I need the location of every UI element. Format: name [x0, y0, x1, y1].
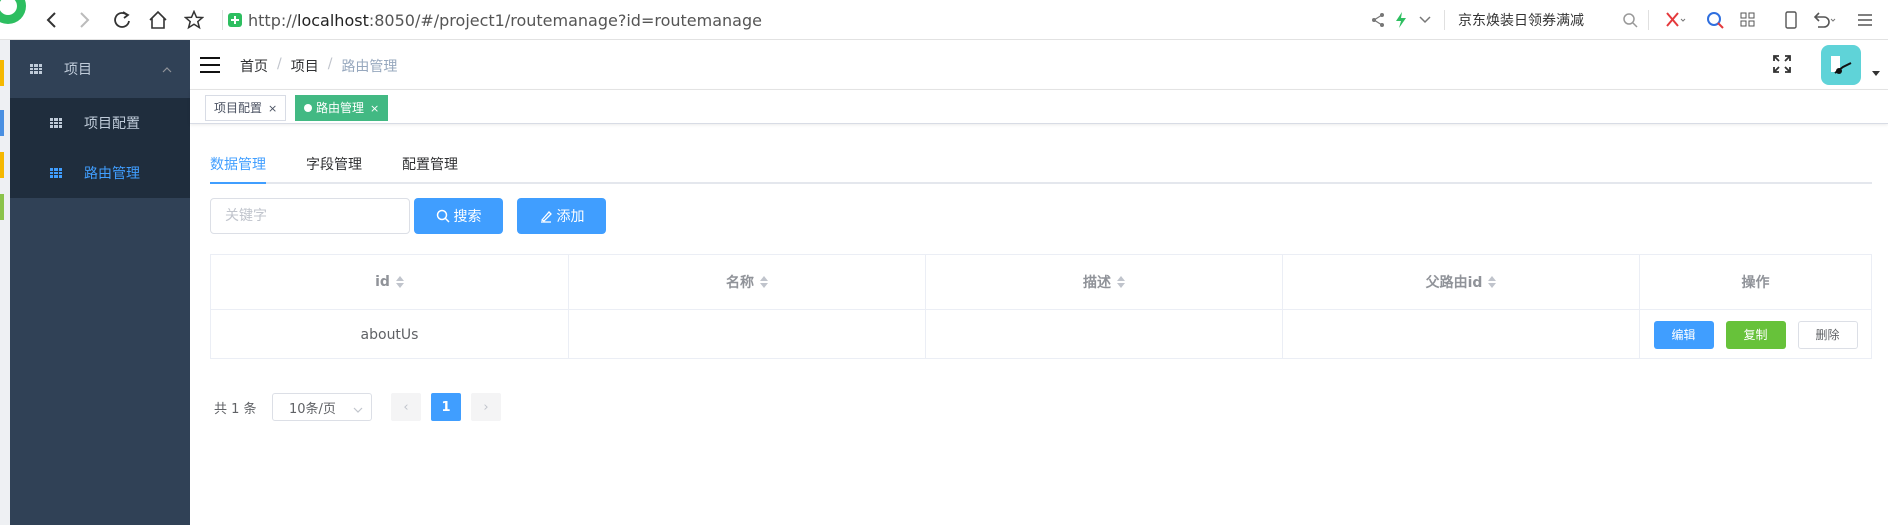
tags-view: 项目配置 × 路由管理 × — [190, 90, 1888, 124]
close-icon[interactable]: × — [268, 102, 277, 115]
address-bar[interactable]: http://localhost:8050/#/project1/routema… — [228, 8, 1348, 32]
delete-button[interactable]: 删除 — [1797, 320, 1858, 349]
hamburger-icon[interactable] — [200, 57, 220, 73]
browser-logo-icon — [0, 0, 30, 30]
chevron-down-icon[interactable] — [1418, 8, 1432, 32]
edit-button[interactable]: 编辑 — [1653, 320, 1714, 349]
column-header-id[interactable]: id — [211, 255, 569, 309]
breadcrumb-home[interactable]: 首页 — [240, 56, 268, 76]
tag-project-config[interactable]: 项目配置 × — [205, 95, 287, 121]
sort-icon[interactable] — [1488, 276, 1497, 288]
translate-icon[interactable] — [1706, 8, 1724, 32]
table-header: id 名称 描述 父路由id 操作 — [211, 255, 1871, 310]
cell-parent-id — [1283, 310, 1640, 359]
active-dot-icon — [304, 104, 312, 112]
table-icon — [50, 118, 62, 128]
close-icon[interactable]: × — [370, 102, 379, 115]
tab-active-indicator — [210, 182, 266, 184]
column-header-description[interactable]: 描述 — [926, 255, 1283, 309]
divider — [1444, 10, 1445, 30]
table-icon — [50, 168, 62, 178]
column-header-actions: 操作 — [1741, 275, 1770, 291]
prev-page-button[interactable]: ‹ — [391, 393, 421, 421]
forward-icon[interactable] — [72, 8, 96, 32]
scissors-icon[interactable] — [1664, 8, 1686, 32]
fullscreen-icon[interactable] — [1772, 54, 1792, 74]
sidebar-submenu: 项目配置 路由管理 — [10, 98, 190, 198]
sidebar-group-label: 项目 — [64, 62, 92, 78]
column-header-parent-id[interactable]: 父路由id — [1283, 255, 1640, 309]
search-icon — [436, 209, 450, 223]
phone-icon[interactable] — [1784, 8, 1798, 32]
search-button[interactable]: 搜索 — [414, 198, 503, 234]
caret-down-icon[interactable] — [1872, 71, 1880, 76]
desktop-edge — [0, 40, 10, 525]
sort-icon[interactable] — [1117, 276, 1125, 288]
data-table: id 名称 描述 父路由id 操作 aboutUs 编辑 复制 删除 — [210, 254, 1872, 359]
pagination-total: 共 1 条 — [214, 401, 257, 417]
edit-icon — [540, 211, 552, 223]
search-promo-text[interactable]: 京东焕装日领券满减 — [1458, 10, 1584, 30]
search-input[interactable] — [210, 198, 410, 234]
sort-icon[interactable] — [760, 276, 768, 288]
apps-icon[interactable] — [1740, 8, 1756, 32]
divider — [222, 10, 223, 30]
next-page-button[interactable]: › — [471, 393, 501, 421]
cell-actions: 编辑 复制 删除 — [1640, 310, 1871, 359]
breadcrumb: 首页 / 项目 / 路由管理 — [240, 56, 398, 76]
browser-toolbar: http://localhost:8050/#/project1/routema… — [0, 0, 1888, 40]
table-row: aboutUs 编辑 复制 删除 — [211, 310, 1871, 359]
navbar: 首页 / 项目 / 路由管理 — [190, 40, 1888, 90]
divider — [1648, 10, 1649, 30]
cell-name — [569, 310, 926, 359]
tab-data-manage[interactable]: 数据管理 — [210, 154, 266, 174]
sidebar-item-route-manage[interactable]: 路由管理 — [10, 148, 190, 198]
chevron-up-icon — [162, 62, 172, 78]
tab-config-manage[interactable]: 配置管理 — [402, 154, 458, 174]
chevron-down-icon — [353, 403, 363, 418]
cell-id: aboutUs — [211, 310, 569, 359]
back-icon[interactable] — [40, 8, 64, 32]
breadcrumb-current: 路由管理 — [341, 59, 398, 75]
menu-icon[interactable] — [1856, 8, 1874, 32]
home-icon[interactable] — [146, 8, 170, 32]
share-icon[interactable] — [1370, 8, 1386, 32]
sidebar-group-project[interactable]: 项目 — [10, 40, 190, 98]
add-button[interactable]: 添加 — [517, 198, 606, 234]
tag-route-manage[interactable]: 路由管理 × — [295, 95, 389, 121]
refresh-icon[interactable] — [110, 8, 134, 32]
bookmark-star-icon[interactable] — [182, 8, 206, 32]
copy-button[interactable]: 复制 — [1725, 320, 1786, 349]
tab-field-manage[interactable]: 字段管理 — [306, 154, 362, 174]
secure-shield-icon — [228, 13, 242, 27]
page-size-select[interactable]: 10条/页 — [272, 393, 372, 421]
page-number-button[interactable]: 1 — [431, 393, 461, 421]
tab-bar: 数据管理 字段管理 配置管理 — [210, 146, 1872, 184]
search-icon[interactable] — [1622, 8, 1638, 32]
sidebar-item-project-config[interactable]: 项目配置 — [10, 98, 190, 148]
table-icon — [30, 64, 42, 74]
url-text: http://localhost:8050/#/project1/routema… — [248, 10, 762, 30]
avatar[interactable] — [1821, 45, 1861, 85]
breadcrumb-project[interactable]: 项目 — [291, 56, 319, 76]
sidebar: 项目 项目配置 路由管理 — [10, 40, 190, 525]
cell-description — [926, 310, 1283, 359]
sidebar-item-label: 项目配置 — [84, 116, 140, 132]
undo-icon[interactable] — [1812, 8, 1838, 32]
lightning-icon[interactable] — [1394, 8, 1408, 32]
column-header-name[interactable]: 名称 — [569, 255, 926, 309]
sort-icon[interactable] — [395, 276, 404, 288]
sidebar-item-label: 路由管理 — [84, 166, 140, 182]
